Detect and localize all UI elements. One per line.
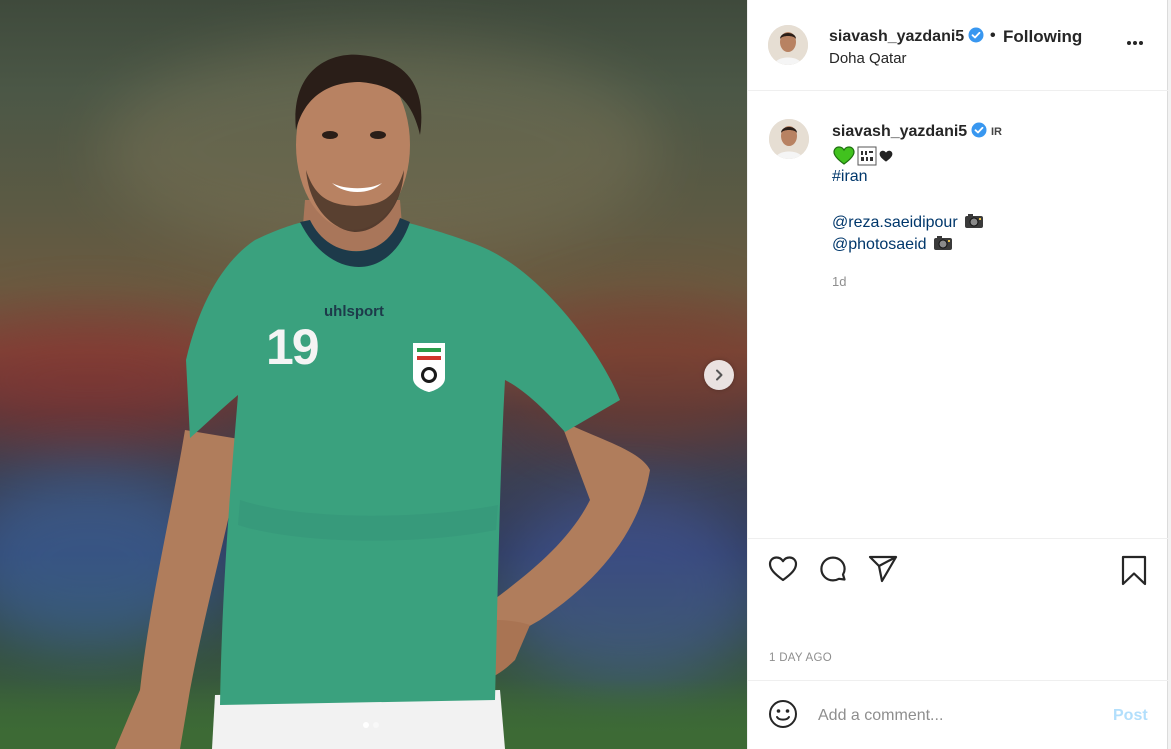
- caption-emoji-line: [833, 146, 893, 166]
- mention-link-1[interactable]: @reza.saeidipour: [832, 213, 984, 232]
- carousel-indicators: [363, 722, 379, 728]
- hashtag-link[interactable]: #iran: [832, 168, 868, 186]
- post-sidebar: siavash_yazdani5 • Following Doha Qatar: [747, 0, 1171, 749]
- avatar-image: [768, 25, 808, 65]
- verified-badge-icon: [968, 27, 984, 43]
- post-date[interactable]: 1 DAY AGO: [769, 652, 832, 664]
- avatar-image: [769, 119, 809, 159]
- author-username[interactable]: siavash_yazdani5: [829, 27, 984, 46]
- camera-emoji-icon: [933, 236, 952, 250]
- author-username-text[interactable]: siavash_yazdani5: [829, 28, 964, 45]
- jersey-brand: uhlsport: [324, 303, 384, 320]
- carousel-dot: [373, 722, 379, 728]
- share-icon[interactable]: [868, 555, 898, 583]
- more-options-icon[interactable]: [1126, 40, 1144, 46]
- country-code: IR: [991, 126, 1002, 138]
- following-button[interactable]: Following: [1003, 27, 1082, 47]
- action-bar: 1 DAY AGO: [748, 538, 1168, 664]
- mention-link-2[interactable]: @photosaeid: [832, 235, 953, 254]
- post-photo[interactable]: uhlsport 19: [0, 0, 747, 749]
- jersey-number: 19: [266, 319, 320, 375]
- post-location[interactable]: Doha Qatar: [829, 50, 907, 67]
- flag-emoji-icon: [857, 146, 877, 166]
- instagram-post-view: uhlsport 19 siavash_yazdani5 • Following…: [0, 0, 1171, 749]
- heart-icon[interactable]: [768, 555, 798, 583]
- bookmark-icon[interactable]: [1120, 555, 1148, 587]
- caption-timestamp[interactable]: 1d: [832, 274, 846, 289]
- carousel-dot-active: [363, 722, 369, 728]
- post-comment-button[interactable]: Post: [1113, 707, 1148, 725]
- caption-username-text[interactable]: siavash_yazdani5: [832, 123, 967, 140]
- caption-username[interactable]: siavash_yazdani5: [832, 122, 987, 141]
- caption-avatar[interactable]: [769, 119, 809, 159]
- post-header: siavash_yazdani5 • Following Doha Qatar: [748, 0, 1168, 91]
- comment-bar: Post: [748, 680, 1168, 749]
- smiley-icon[interactable]: [768, 699, 798, 729]
- follow-separator: •: [990, 27, 996, 44]
- author-avatar[interactable]: [768, 25, 808, 65]
- post-caption: siavash_yazdani5 IR #iran @reza.saeidipo…: [748, 92, 1168, 538]
- comment-input[interactable]: [818, 703, 1098, 729]
- comment-icon[interactable]: [818, 555, 848, 585]
- black-heart-emoji-icon: [879, 150, 893, 162]
- green-heart-emoji-icon: [833, 146, 855, 165]
- mention-text[interactable]: @photosaeid: [832, 236, 927, 253]
- next-slide-button[interactable]: [704, 360, 734, 390]
- mention-text[interactable]: @reza.saeidipour: [832, 214, 958, 231]
- chevron-right-icon: [716, 369, 723, 381]
- verified-badge-icon: [971, 122, 987, 138]
- camera-emoji-icon: [964, 214, 983, 228]
- player-illustration: [115, 54, 650, 749]
